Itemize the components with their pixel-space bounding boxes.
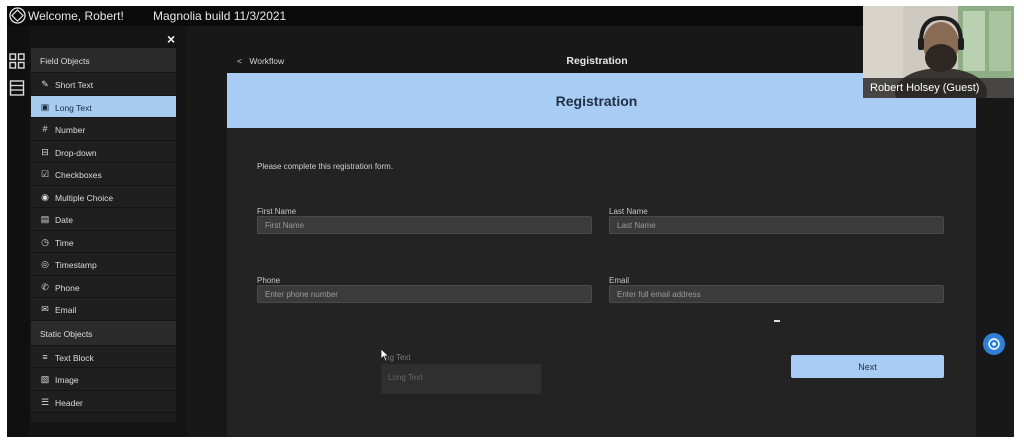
phone-field[interactable]: Enter phone number xyxy=(257,285,592,303)
text-block-icon: ≡ xyxy=(42,351,48,362)
page-title: Registration xyxy=(566,55,628,67)
calendar-icon: ▤ xyxy=(40,214,50,224)
app-window: Welcome, Robert! Magnolia build 11/3/202… xyxy=(7,6,1014,437)
palette-item-short-text[interactable]: ✎ Short Text xyxy=(31,73,176,96)
palette-item-email[interactable]: ✉ Email xyxy=(31,298,176,321)
palette-item-label: Date xyxy=(55,215,73,225)
drag-ghost-input: Long Text xyxy=(381,364,541,394)
video-participant-tile: Robert Holsey (Guest) xyxy=(863,6,1014,98)
palette-item-timestamp[interactable]: ◎ Timestamp xyxy=(31,253,176,276)
palette-item-phone[interactable]: ✆ Phone xyxy=(31,275,176,298)
mouse-cursor-icon xyxy=(380,348,390,362)
left-rail xyxy=(7,26,29,437)
clock-icon: ◷ xyxy=(41,236,49,247)
palette-item-label: Number xyxy=(55,125,86,135)
palette-item-label: Phone xyxy=(55,282,80,293)
back-to-workflow-link[interactable]: < Workflow xyxy=(237,56,284,66)
palette-item-multiple-choice[interactable]: ◉ Multiple Choice xyxy=(31,185,176,208)
checkbox-icon: ☑ xyxy=(40,169,50,179)
pencil-icon: ✎ xyxy=(41,79,49,89)
palette-item-header[interactable]: ☰ Header xyxy=(31,390,176,413)
image-icon: ▧ xyxy=(40,374,50,384)
email-label: Email xyxy=(609,276,630,285)
form-preview: Registration Please complete this regist… xyxy=(227,73,976,437)
edit-box-icon: ▣ xyxy=(40,101,50,112)
target-icon xyxy=(988,338,1000,350)
minus-icon[interactable] xyxy=(774,320,780,322)
form-title: Registration xyxy=(555,93,638,109)
header-icon: ☰ xyxy=(40,396,50,407)
participant-name: Robert Holsey (Guest) xyxy=(863,78,1014,98)
dropdown-icon: ⊟ xyxy=(41,146,49,157)
palette-item-checkboxes[interactable]: ☑ Checkboxes xyxy=(31,163,176,186)
breadcrumb-label: Workflow xyxy=(249,56,285,66)
hash-icon: # xyxy=(42,124,48,134)
form-intro-text: Please complete this registration form. xyxy=(257,162,394,171)
palette-item-label: Time xyxy=(55,237,74,248)
list-icon[interactable] xyxy=(9,80,25,96)
last-name-label: Last Name xyxy=(609,207,648,216)
palette-item-label: Long Text xyxy=(55,102,92,113)
palette-item-date[interactable]: ▤ Date xyxy=(31,208,176,231)
magnolia-logo-icon xyxy=(9,7,26,24)
close-palette-button[interactable]: × xyxy=(167,31,175,47)
palette-item-long-text[interactable]: ▣ Long Text xyxy=(31,95,176,118)
build-label: Magnolia build 11/3/2021 xyxy=(153,9,287,23)
phone-label: Phone xyxy=(257,276,281,285)
phone-icon: ✆ xyxy=(41,281,49,292)
mail-icon: ✉ xyxy=(41,304,49,314)
help-fab-button[interactable] xyxy=(983,333,1005,355)
field-objects-header: Field Objects xyxy=(31,48,176,73)
welcome-text: Welcome, Robert! xyxy=(28,9,124,23)
field-palette: Field Objects ✎ Short Text ▣ Long Text #… xyxy=(31,48,176,422)
palette-item-label: Header xyxy=(55,397,83,408)
next-button[interactable]: Next xyxy=(791,355,944,378)
first-name-label: First Name xyxy=(257,207,297,216)
radio-icon: ◉ xyxy=(41,191,49,202)
static-objects-header: Static Objects xyxy=(31,320,176,346)
palette-item-label: Text Block xyxy=(55,352,94,363)
palette-item-label: Checkboxes xyxy=(55,170,102,180)
palette-item-text-block[interactable]: ≡ Text Block xyxy=(31,345,176,368)
palette-item-label: Drop-down xyxy=(55,147,97,158)
last-name-field[interactable]: Last Name xyxy=(609,216,944,234)
palette-item-label: Multiple Choice xyxy=(55,192,114,203)
palette-item-image[interactable]: ▧ Image xyxy=(31,368,176,391)
palette-item-drop-down[interactable]: ⊟ Drop-down xyxy=(31,140,176,163)
email-field[interactable]: Enter full email address xyxy=(609,285,944,303)
palette-item-label: Image xyxy=(55,375,79,385)
palette-item-time[interactable]: ◷ Time xyxy=(31,230,176,253)
chevron-left-icon: < xyxy=(237,56,242,66)
palette-item-label: Timestamp xyxy=(55,260,97,270)
timestamp-icon: ◎ xyxy=(41,259,49,269)
palette-item-label: Email xyxy=(55,305,77,315)
drag-ghost-long-text[interactable]: ng Text Long Text xyxy=(379,346,541,396)
palette-item-label: Short Text xyxy=(55,80,94,90)
palette-item-number[interactable]: # Number xyxy=(31,118,176,141)
first-name-field[interactable]: First Name xyxy=(257,216,592,234)
grid-icon[interactable] xyxy=(9,53,25,69)
